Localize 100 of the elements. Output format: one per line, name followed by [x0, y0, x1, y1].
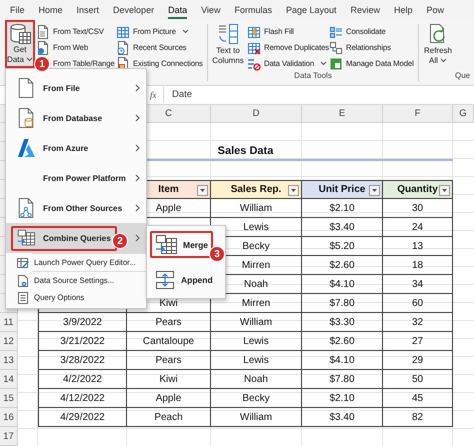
- ribbon-tab[interactable]: Formulas: [227, 0, 279, 20]
- table-cell: Pears: [127, 313, 211, 332]
- menu-item[interactable]: From Azure: [6, 133, 146, 163]
- table-cell: 30: [383, 199, 453, 218]
- table-cell: 27: [383, 332, 453, 351]
- ribbon-tab[interactable]: View: [194, 0, 228, 20]
- table-cell: Lewis: [211, 332, 302, 351]
- list-stack-icon: [329, 24, 343, 38]
- table-arrow-icon: [155, 234, 177, 256]
- cube-icon: [329, 56, 343, 70]
- table-cell: William: [211, 199, 302, 218]
- table-cell: Pears: [127, 351, 211, 370]
- table-cell: Noah: [211, 370, 302, 389]
- function-label: fx: [150, 90, 158, 100]
- caret-icon: [372, 189, 377, 192]
- header-label: Quantity: [397, 184, 438, 195]
- table-cell: Lewis: [211, 351, 302, 370]
- ribbon-tab[interactable]: Page Layout: [278, 0, 344, 20]
- ribbon-tab[interactable]: File: [3, 0, 32, 20]
- document-icon: [17, 76, 35, 100]
- row-header[interactable]: 16: [0, 408, 18, 427]
- table-cell: 29: [383, 351, 453, 370]
- row-header[interactable]: 14: [0, 370, 18, 389]
- ribbon-tab[interactable]: Review: [344, 0, 388, 20]
- network-document-icon: [17, 196, 35, 220]
- table-cross-icon: [247, 40, 261, 54]
- ribbon-tab[interactable]: Help: [387, 0, 420, 20]
- header-label: Sales Rep.: [230, 184, 282, 195]
- row-header[interactable]: 12: [0, 332, 18, 351]
- header-label: Item: [158, 184, 179, 195]
- table-cell: William: [211, 313, 302, 332]
- sheet-title: Sales Data: [218, 144, 274, 156]
- linked-tables-icon: [329, 40, 343, 54]
- table-cell: $7.80: [302, 294, 383, 313]
- database-document-icon: [17, 106, 35, 130]
- header-label: Unit Price: [318, 184, 366, 195]
- menu-item[interactable]: From File: [6, 73, 146, 103]
- ribbon-tab[interactable]: Home: [32, 0, 70, 20]
- pencil-table-icon: [17, 256, 29, 268]
- row-header[interactable]: 15: [0, 389, 18, 408]
- picture-table-icon: [116, 24, 130, 38]
- table-cell: 13: [383, 237, 453, 256]
- list-document-icon: [17, 292, 29, 304]
- table-cell: $2.60: [302, 332, 383, 351]
- row-header[interactable]: 13: [0, 351, 18, 370]
- clock-document-icon: [116, 40, 130, 54]
- table-cell: $7.80: [302, 370, 383, 389]
- row-header[interactable]: 17: [0, 427, 18, 446]
- text-to-columns-button[interactable]: Text to Columns: [210, 20, 246, 68]
- ribbon-tab[interactable]: Developer: [106, 0, 162, 20]
- submenu-item[interactable]: Merge: [147, 229, 214, 260]
- menu-item[interactable]: From Power Platform: [6, 163, 146, 193]
- caret-icon: [291, 189, 296, 192]
- web-document-icon: [36, 40, 50, 54]
- filter-button[interactable]: [197, 185, 208, 196]
- table-cell: $3.40: [302, 408, 383, 427]
- column-header[interactable]: G: [453, 105, 474, 123]
- ribbon-tab[interactable]: Insert: [70, 0, 106, 20]
- get-data-button[interactable]: Get Data: [5, 20, 35, 68]
- table-cell: $4.10: [302, 275, 383, 294]
- gear-document-icon: [17, 274, 29, 286]
- lightning-table-icon: [247, 24, 261, 38]
- table-cell: 50: [383, 370, 453, 389]
- triangle-logo-icon: [17, 137, 35, 159]
- refresh-all-button[interactable]: Refresh All: [421, 20, 455, 68]
- filter-button[interactable]: [439, 185, 450, 196]
- row-header[interactable]: 11: [0, 313, 18, 332]
- table-cell: $4.10: [302, 351, 383, 370]
- caret-icon: [442, 189, 447, 192]
- text-document-icon: [36, 24, 50, 38]
- formula-field[interactable]: Date: [163, 87, 474, 103]
- table-cell: 3/28/2022: [38, 351, 127, 370]
- table-cell: 4/12/2022: [38, 389, 127, 408]
- column-header[interactable]: D: [211, 105, 302, 123]
- table-cell: 82: [383, 408, 453, 427]
- table-cell: $5.20: [302, 237, 383, 256]
- table-cell: 3/21/2022: [38, 332, 127, 351]
- table-cell: Cantaloupe: [127, 332, 211, 351]
- column-header[interactable]: F: [383, 105, 453, 123]
- filter-button[interactable]: [288, 185, 299, 196]
- filter-button[interactable]: [369, 185, 380, 196]
- table-cell: 45: [383, 389, 453, 408]
- table-cell: $2.10: [302, 389, 383, 408]
- table-cell: 32: [383, 313, 453, 332]
- table-cell: 34: [383, 275, 453, 294]
- table-cell: $2.60: [302, 256, 383, 275]
- ribbon-tab[interactable]: Pow: [420, 0, 452, 20]
- stacked-boxes-icon: [155, 270, 175, 290]
- table-cell: Apple: [127, 389, 211, 408]
- table-cell: Peach: [127, 408, 211, 427]
- table-cell: $3.40: [302, 218, 383, 237]
- database-table-icon: [9, 23, 31, 44]
- table-cell: Kiwi: [127, 370, 211, 389]
- table-cell: 18: [383, 256, 453, 275]
- column-header[interactable]: E: [302, 105, 383, 123]
- table-cell: 4/29/2022: [38, 408, 127, 427]
- table-cell: Becky: [211, 389, 302, 408]
- group-label: Data Tools: [293, 71, 333, 82]
- checklist-icon: [247, 56, 261, 70]
- split-columns-icon: [217, 23, 239, 45]
